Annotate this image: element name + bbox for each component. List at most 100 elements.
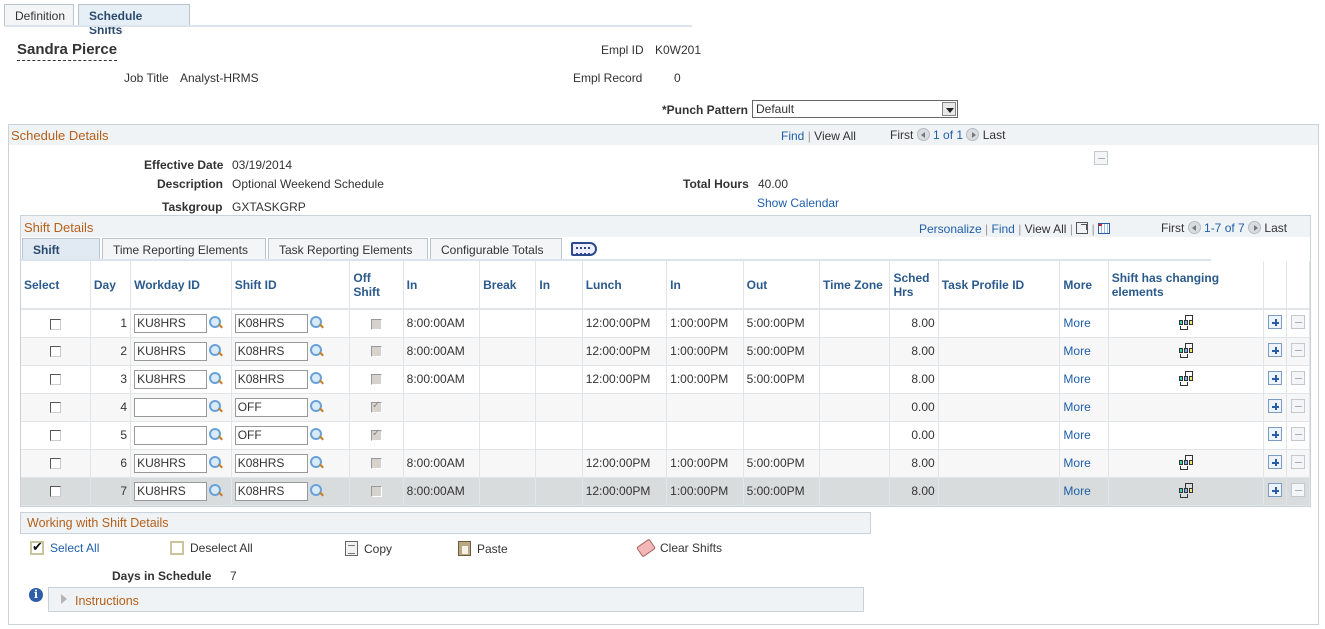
tab-definition[interactable]: Definition [4,4,74,26]
lookup-icon[interactable] [309,316,324,330]
paste-button[interactable]: Paste [458,541,508,556]
shift-cell: OFF [231,393,351,422]
new-window-icon[interactable] [1076,222,1089,234]
workday-id-input[interactable] [134,425,208,445]
workday-id-input[interactable]: KU8HRS [134,341,208,361]
expand-triangle-icon[interactable] [61,594,67,604]
shift-id-input[interactable]: K08HRS [234,369,308,389]
add-row-button[interactable] [1267,342,1282,357]
select-all-button[interactable]: Select All [30,539,99,555]
next-icon[interactable] [966,128,980,141]
delete-cell [1286,337,1311,366]
more-link[interactable]: More [1063,484,1090,498]
in3-cell: 1:00:00PM [666,337,744,366]
find-link[interactable]: Find [992,222,1015,236]
more-link[interactable]: More [1063,456,1090,470]
next-icon[interactable] [1248,221,1262,234]
lookup-icon[interactable] [209,316,223,330]
select-checkbox[interactable] [49,318,61,330]
shift-grid: Select Day Workday ID Shift ID Off Shift… [21,261,1311,506]
shift-id-input[interactable]: OFF [234,397,308,417]
more-link[interactable]: More [1063,372,1090,386]
delete-row-button[interactable] [1290,314,1305,329]
workday-id-input[interactable]: KU8HRS [134,369,208,389]
lunch-cell: 12:00:00PM [582,449,668,478]
more-link[interactable]: More [1063,344,1090,358]
shift-id-input[interactable]: K08HRS [234,481,308,501]
delete-row-button[interactable] [1290,454,1305,469]
deselect-all-button[interactable]: Deselect All [170,541,253,555]
changing-elements-icon[interactable] [1178,342,1194,358]
delete-row-button[interactable] [1290,398,1305,413]
more-link[interactable]: More [1063,400,1090,414]
tab-configurable-totals[interactable]: Configurable Totals [430,238,562,260]
lookup-icon[interactable] [209,372,223,386]
add-row-button[interactable] [1267,314,1282,329]
select-checkbox[interactable] [49,402,61,414]
delete-row-button[interactable] [1290,342,1305,357]
view-all-link[interactable]: View All [814,129,856,143]
select-checkbox[interactable] [49,346,61,358]
day-cell: 7 [90,477,132,506]
tab-task-reporting-elements[interactable]: Task Reporting Elements [268,238,428,260]
personalize-link[interactable]: Personalize [919,222,982,236]
select-checkbox[interactable] [49,458,61,470]
delete-row-button[interactable] [1290,482,1305,497]
workday-id-input[interactable]: KU8HRS [134,453,208,473]
tab-time-reporting-elements[interactable]: Time Reporting Elements [102,238,266,260]
lookup-icon[interactable] [209,400,223,414]
view-all-link[interactable]: View All [1025,222,1067,236]
download-spreadsheet-icon[interactable] [1098,223,1111,234]
changing-cell [1108,365,1264,394]
shift-id-input[interactable]: K08HRS [234,341,308,361]
select-checkbox[interactable] [49,430,61,442]
changing-cell [1108,309,1264,338]
show-calendar-link[interactable]: Show Calendar [757,196,839,210]
shift-id-input[interactable]: K08HRS [234,453,308,473]
lookup-icon[interactable] [309,484,324,498]
changing-elements-icon[interactable] [1178,482,1194,498]
copy-button[interactable]: Copy [345,541,392,556]
previous-icon[interactable] [1187,221,1201,234]
delete-row-button[interactable] [1290,370,1305,385]
delete-row-button[interactable] [1094,151,1108,165]
add-row-button[interactable] [1267,398,1282,413]
add-row-button[interactable] [1267,426,1282,441]
find-link[interactable]: Find [781,129,804,143]
add-row-button[interactable] [1267,482,1282,497]
more-link[interactable]: More [1063,316,1090,330]
select-checkbox[interactable] [49,486,61,498]
tab-schedule-shifts[interactable]: Schedule Shifts [78,4,190,37]
delete-row-button[interactable] [1290,426,1305,441]
workday-id-input[interactable]: KU8HRS [134,313,208,333]
previous-icon[interactable] [916,128,930,141]
lookup-icon[interactable] [209,428,223,442]
dropdown-arrow-icon[interactable] [942,102,956,116]
select-checkbox[interactable] [49,374,61,386]
lookup-icon[interactable] [209,484,223,498]
lookup-icon[interactable] [209,456,223,470]
workday-id-input[interactable]: KU8HRS [134,481,208,501]
changing-elements-icon[interactable] [1178,454,1194,470]
workday-id-input[interactable] [134,397,208,417]
instructions-section[interactable] [48,587,864,612]
more-link[interactable]: More [1063,428,1090,442]
add-row-button[interactable] [1267,370,1282,385]
instructions-label[interactable]: Instructions [75,594,139,608]
shift-id-input[interactable]: OFF [234,425,308,445]
changing-elements-icon[interactable] [1178,314,1194,330]
lookup-icon[interactable] [309,456,324,470]
empty-box-icon [170,541,184,555]
shift-id-input[interactable]: K08HRS [234,313,308,333]
add-row-button[interactable] [1267,454,1282,469]
show-all-columns-icon[interactable] [571,242,597,256]
lookup-icon[interactable] [309,344,324,358]
lookup-icon[interactable] [309,428,324,442]
lookup-icon[interactable] [309,400,324,414]
clear-shifts-button[interactable]: Clear Shifts [636,538,722,558]
lookup-icon[interactable] [309,372,324,386]
punch-pattern-select[interactable]: Default [752,100,958,118]
changing-elements-icon[interactable] [1178,370,1194,386]
lookup-icon[interactable] [209,344,223,358]
tab-shift-time[interactable]: Shift Time [22,238,100,271]
